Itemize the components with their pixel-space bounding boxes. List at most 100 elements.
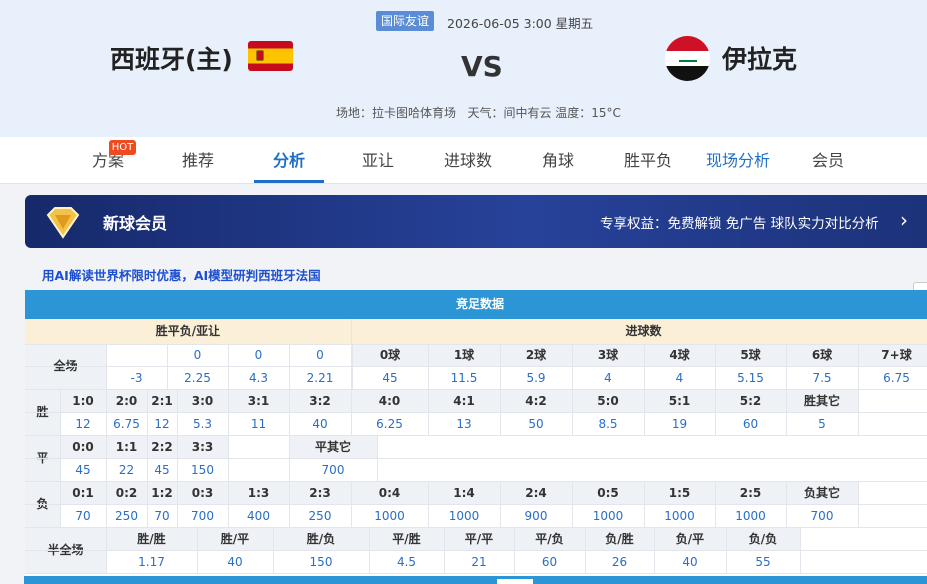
goals-odds[interactable]: 6.75 bbox=[858, 367, 927, 389]
score-odds[interactable]: 19 bbox=[644, 413, 715, 435]
grid-line bbox=[60, 436, 61, 481]
odds-table: 竞足数据 胜平负/亚让 进球数 全场 -3 0 2.25 0 4.3 0 2.21 0球 45 1球 11.… bbox=[25, 290, 927, 584]
score-odds[interactable]: 6.75 bbox=[106, 413, 147, 435]
half-odds[interactable]: 4.5 bbox=[369, 551, 444, 573]
tab-bar: 方案 推荐 分析 亚让 进球数 角球 胜平负 现场分析 会员 bbox=[0, 137, 927, 312]
grid-line bbox=[25, 389, 927, 390]
score-odds[interactable]: 1000 bbox=[644, 505, 715, 527]
score-odds[interactable]: 1000 bbox=[715, 505, 786, 527]
goals-odds[interactable]: 5.15 bbox=[715, 367, 786, 389]
tab-recommend[interactable]: 推荐 bbox=[178, 137, 218, 184]
score-label: 2:0 bbox=[115, 394, 138, 408]
half-odds[interactable]: 26 bbox=[585, 551, 654, 573]
tab-live-analysis[interactable]: 现场分析 bbox=[702, 137, 774, 184]
goals-label: 2球 bbox=[525, 348, 547, 362]
grid-line bbox=[106, 482, 107, 527]
away-team-name[interactable]: 伊拉克 bbox=[722, 40, 797, 76]
tab-analysis[interactable]: 分析 bbox=[254, 137, 324, 184]
goals-odds[interactable]: 4 bbox=[572, 367, 644, 389]
half-odds[interactable]: 21 bbox=[444, 551, 514, 573]
grid-line bbox=[572, 390, 573, 435]
half-label: 胜/负 bbox=[306, 532, 336, 546]
grid-line bbox=[352, 344, 353, 389]
half-odds[interactable]: 40 bbox=[197, 551, 273, 573]
score-odds[interactable]: 400 bbox=[228, 505, 289, 527]
half-odds[interactable]: 150 bbox=[273, 551, 369, 573]
tab-asian-handicap[interactable]: 亚让 bbox=[358, 137, 398, 184]
grid-line bbox=[858, 390, 859, 435]
score-odds[interactable]: 8.5 bbox=[572, 413, 644, 435]
tab-total-goals[interactable]: 进球数 bbox=[440, 137, 496, 184]
score-label: 0:3 bbox=[191, 486, 214, 500]
score-odds[interactable]: 22 bbox=[106, 459, 147, 481]
tab-corners[interactable]: 角球 bbox=[538, 137, 578, 184]
tab-member[interactable]: 会员 bbox=[808, 137, 848, 184]
score-odds[interactable]: 1000 bbox=[351, 505, 428, 527]
half-label: 负/负 bbox=[748, 532, 778, 546]
promo-link[interactable]: 用AI解读世界杯限时优惠，AI模型研判西班牙法国 bbox=[42, 265, 321, 284]
score-odds[interactable]: 700 bbox=[177, 505, 228, 527]
score-odds[interactable]: 900 bbox=[500, 505, 572, 527]
page: 国际友谊 2026-06-05 3:00 星期五 西班牙(主) VS 伊拉克 场… bbox=[0, 0, 927, 584]
grid-line bbox=[25, 344, 927, 345]
tab-wdl[interactable]: 胜平负 bbox=[620, 137, 676, 184]
goals-label: 4球 bbox=[669, 348, 690, 362]
match-header: 国际友谊 2026-06-05 3:00 星期五 西班牙(主) VS 伊拉克 场… bbox=[0, 0, 927, 137]
full-odds[interactable]: 2.25 bbox=[167, 367, 228, 389]
full-handicap: 0 bbox=[316, 348, 324, 362]
score-label: 4:0 bbox=[378, 394, 401, 408]
score-odds[interactable]: 6.25 bbox=[351, 413, 428, 435]
half-odds[interactable]: 1.17 bbox=[106, 551, 197, 573]
full-handicap: 0 bbox=[193, 348, 202, 362]
goals-odds[interactable]: 11.5 bbox=[428, 367, 500, 389]
score-odds[interactable]: 70 bbox=[60, 505, 106, 527]
score-odds[interactable]: 150 bbox=[177, 459, 228, 481]
vip-banner[interactable]: 新球会员 专享权益：免费解锁 免广告 球队实力对比分析 › bbox=[25, 195, 927, 248]
table-footer-bar bbox=[24, 576, 927, 584]
half-odds[interactable]: 55 bbox=[726, 551, 800, 573]
score-odds[interactable]: 700 bbox=[289, 459, 377, 481]
full-odds[interactable]: 4.3 bbox=[228, 367, 289, 389]
goals-odds[interactable]: 7.5 bbox=[786, 367, 858, 389]
competition-badge[interactable]: 国际友谊 bbox=[376, 11, 434, 31]
score-odds[interactable]: 5.3 bbox=[177, 413, 228, 435]
score-label: 3:2 bbox=[309, 394, 331, 408]
score-odds[interactable]: 11 bbox=[228, 413, 289, 435]
score-odds[interactable]: 45 bbox=[147, 459, 177, 481]
score-odds[interactable]: 5 bbox=[786, 413, 858, 435]
score-label: 1:1 bbox=[115, 440, 138, 454]
full-odds[interactable]: 2.21 bbox=[289, 367, 351, 389]
score-odds[interactable]: 250 bbox=[106, 505, 147, 527]
score-odds[interactable]: 12 bbox=[60, 413, 106, 435]
spain-flag-icon bbox=[248, 41, 293, 71]
score-odds[interactable]: 50 bbox=[500, 413, 572, 435]
score-odds[interactable]: 12 bbox=[147, 413, 177, 435]
half-label: 胜/胜 bbox=[137, 532, 166, 546]
score-odds[interactable]: 60 bbox=[715, 413, 786, 435]
grid-line bbox=[858, 482, 859, 527]
score-odds[interactable]: 1000 bbox=[572, 505, 644, 527]
goals-odds[interactable]: 45 bbox=[352, 367, 428, 389]
vip-title: 新球会员 bbox=[103, 214, 168, 233]
half-odds[interactable]: 60 bbox=[514, 551, 585, 573]
full-odds[interactable]: -3 bbox=[106, 367, 167, 389]
grid-line bbox=[351, 319, 352, 344]
goals-odds[interactable]: 5.9 bbox=[500, 367, 572, 389]
score-odds[interactable]: 700 bbox=[786, 505, 858, 527]
score-label: 2:4 bbox=[525, 486, 547, 500]
grid-line bbox=[428, 344, 429, 389]
grid-line bbox=[167, 344, 168, 389]
score-odds[interactable]: 250 bbox=[289, 505, 351, 527]
home-team-name[interactable]: 西班牙(主) bbox=[110, 40, 233, 76]
score-odds[interactable]: 13 bbox=[428, 413, 500, 435]
grid-line bbox=[500, 482, 501, 527]
goals-odds[interactable]: 4 bbox=[644, 367, 715, 389]
grid-line bbox=[106, 390, 107, 435]
half-odds[interactable]: 40 bbox=[654, 551, 726, 573]
score-odds[interactable]: 40 bbox=[289, 413, 351, 435]
score-odds[interactable]: 1000 bbox=[428, 505, 500, 527]
score-odds[interactable]: 45 bbox=[60, 459, 106, 481]
grid-line bbox=[351, 390, 352, 435]
grid-line bbox=[60, 390, 61, 435]
score-odds[interactable]: 70 bbox=[147, 505, 177, 527]
